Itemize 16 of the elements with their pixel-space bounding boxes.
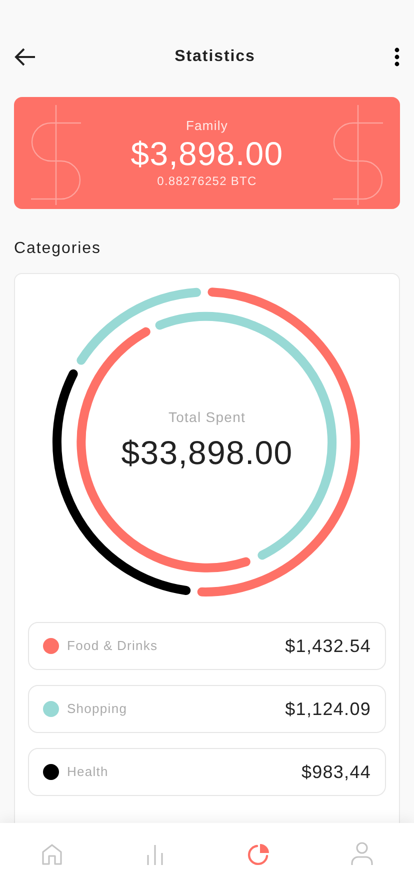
category-row[interactable]: Food & Drinks $1,432.54 — [28, 622, 386, 670]
category-amount: $1,432.54 — [285, 634, 371, 658]
crypto-balance: 0.88276252 BTC — [157, 172, 257, 190]
total-label: Total Spent — [168, 408, 246, 427]
category-row[interactable]: Health $983,44 — [28, 748, 386, 796]
category-name: Shopping — [67, 700, 128, 718]
category-amount: $1,124.09 — [285, 698, 371, 720]
category-amount: $983,44 — [301, 760, 371, 784]
category-name: Food & Drinks — [67, 637, 158, 656]
total-amount: $33,898.00 — [121, 432, 293, 473]
wallet-balance: $3,898.00 — [130, 136, 284, 172]
category-row[interactable]: Shopping $1,124.09 — [28, 685, 386, 733]
screen-title: Statistics — [174, 47, 256, 67]
category-name: Health — [67, 763, 108, 782]
section-title: Categories — [14, 239, 102, 259]
wallet-name: Family — [186, 117, 228, 136]
